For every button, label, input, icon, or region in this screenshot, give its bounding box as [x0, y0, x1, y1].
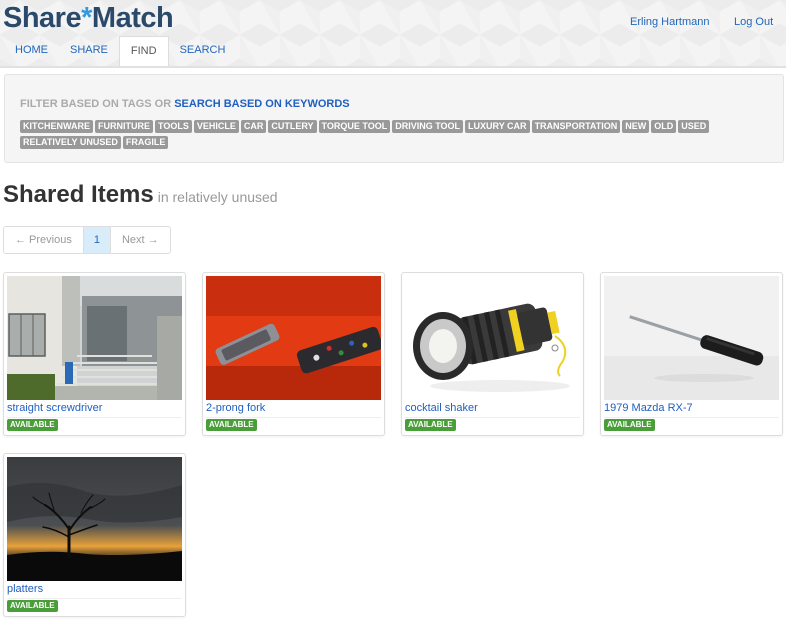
item-title[interactable]: 2-prong fork	[206, 402, 381, 418]
main-nav: HOME SHARE FIND SEARCH	[4, 36, 236, 66]
brand-logo[interactable]: Share*Match	[3, 2, 174, 35]
tag-vehicle[interactable]: VEHICLE	[193, 120, 239, 133]
flashlight-photo	[405, 276, 580, 400]
tag-fragile[interactable]: FRAGILE	[122, 136, 169, 149]
status-badge: AVAILABLE	[604, 419, 655, 431]
tag-relatively-unused[interactable]: RELATIVELY UNUSED	[20, 136, 121, 149]
item-thumbnail[interactable]	[405, 276, 580, 400]
status-badge: AVAILABLE	[7, 419, 58, 431]
item-card[interactable]: 1979 Mazda RX-7 AVAILABLE	[600, 272, 783, 436]
nav-share[interactable]: SHARE	[59, 36, 119, 64]
remote-controls-photo	[206, 276, 381, 400]
tag-furniture[interactable]: FURNITURE	[95, 120, 153, 133]
status-badge: AVAILABLE	[405, 419, 456, 431]
tag-tools[interactable]: TOOLS	[155, 120, 192, 133]
page-subtitle: in relatively unused	[157, 189, 278, 205]
nav-search[interactable]: SEARCH	[169, 36, 237, 64]
item-card[interactable]: 2-prong fork AVAILABLE	[202, 272, 385, 436]
filter-heading: FILTER BASED ON TAGS OR SEARCH BASED ON …	[20, 98, 350, 110]
status-badge: AVAILABLE	[7, 600, 58, 612]
tag-used[interactable]: USED	[678, 120, 710, 133]
item-card[interactable]: cocktail shaker AVAILABLE	[401, 272, 584, 436]
pagination: ← Previous 1 Next →	[3, 226, 171, 254]
item-thumbnail[interactable]	[7, 276, 182, 400]
page-title: Shared Items in relatively unused	[3, 181, 278, 209]
tag-list: KITCHENWARE FURNITURE TOOLS VEHICLE CAR …	[20, 120, 720, 152]
tag-kitchenware[interactable]: KITCHENWARE	[20, 120, 93, 133]
nav-find[interactable]: FIND	[118, 36, 169, 66]
item-title[interactable]: straight screwdriver	[7, 402, 182, 418]
brand-part-2: Match	[91, 2, 174, 34]
brand-star: *	[81, 2, 92, 34]
next-page-button[interactable]: Next →	[111, 227, 170, 253]
tag-torque-tool[interactable]: TORQUE TOOL	[318, 120, 391, 133]
tag-new[interactable]: NEW	[622, 120, 650, 133]
tag-old[interactable]: OLD	[651, 120, 677, 133]
item-card[interactable]: platters AVAILABLE	[3, 453, 186, 617]
brand-part-1: Share	[3, 2, 82, 34]
tag-driving-tool[interactable]: DRIVING TOOL	[392, 120, 464, 133]
tag-cutlery[interactable]: CUTLERY	[268, 120, 317, 133]
filter-panel: FILTER BASED ON TAGS OR SEARCH BASED ON …	[4, 74, 784, 163]
logout-link[interactable]: Log Out	[734, 16, 773, 28]
screwdriver-photo	[604, 276, 779, 400]
filter-prefix: FILTER BASED ON TAGS OR	[20, 98, 172, 110]
status-badge: AVAILABLE	[206, 419, 257, 431]
page-title-text: Shared Items	[3, 181, 154, 208]
building-entrance-photo	[7, 276, 182, 400]
item-thumbnail[interactable]	[7, 457, 182, 581]
previous-page-button[interactable]: ← Previous	[4, 227, 84, 253]
item-card[interactable]: straight screwdriver AVAILABLE	[3, 272, 186, 436]
item-thumbnail[interactable]	[206, 276, 381, 400]
keyword-search-link[interactable]: SEARCH BASED ON KEYWORDS	[174, 98, 349, 110]
sunset-tree-photo	[7, 457, 182, 581]
tag-transportation[interactable]: TRANSPORTATION	[531, 120, 621, 133]
tag-car[interactable]: CAR	[240, 120, 267, 133]
item-thumbnail[interactable]	[604, 276, 779, 400]
tag-luxury-car[interactable]: LUXURY CAR	[465, 120, 530, 133]
nav-home[interactable]: HOME	[4, 36, 59, 64]
top-bar: Share*Match Erling Hartmann Log Out HOME…	[0, 0, 786, 68]
item-title[interactable]: 1979 Mazda RX-7	[604, 402, 779, 418]
item-title[interactable]: platters	[7, 583, 182, 599]
page-1-button[interactable]: 1	[83, 227, 111, 253]
user-profile-link[interactable]: Erling Hartmann	[630, 16, 709, 28]
item-title[interactable]: cocktail shaker	[405, 402, 580, 418]
